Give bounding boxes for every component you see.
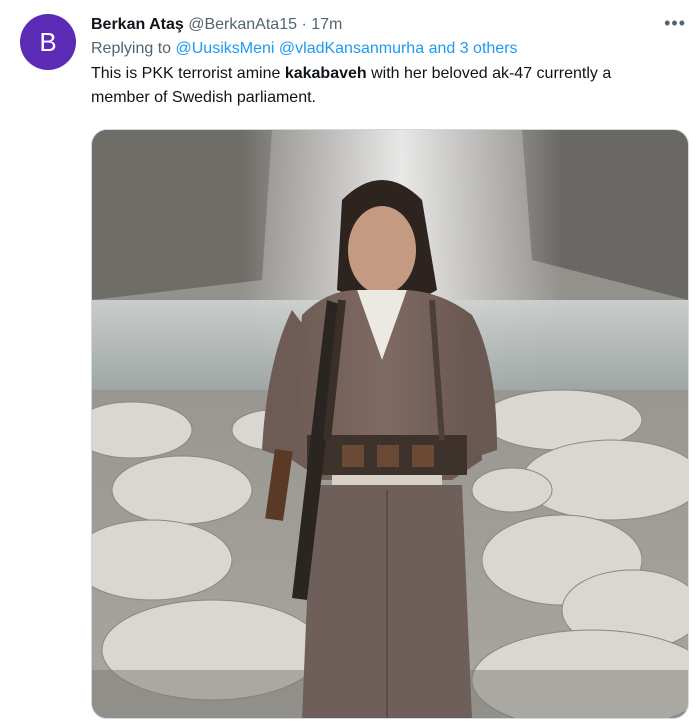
display-name[interactable]: Berkan Ataş — [91, 16, 184, 33]
timestamp[interactable]: 17m — [311, 16, 342, 33]
mention-link[interactable]: @vladKansanmurha — [279, 40, 424, 57]
replying-to: Replying to @UusiksMeni @vladKansanmurha… — [91, 38, 680, 60]
tweet-text: This is PKK terrorist amine kakabaveh wi… — [91, 62, 671, 110]
avatar[interactable]: B — [20, 14, 76, 70]
tweet-header: Berkan Ataş @BerkanAta15 · 17m — [91, 14, 680, 36]
replying-to-label: Replying to — [91, 40, 172, 57]
tweet[interactable]: B ••• Berkan Ataş @BerkanAta15 · 17m Rep… — [0, 0, 696, 721]
others-link[interactable]: and 3 others — [429, 40, 518, 57]
tweet-text-part: This is PKK terrorist amine — [91, 65, 285, 82]
separator-dot: · — [301, 16, 307, 33]
tweet-text-bold: kakabaveh — [284, 65, 367, 82]
avatar-letter: B — [39, 26, 57, 57]
photo-illustration — [92, 130, 688, 718]
user-handle[interactable]: @BerkanAta15 — [188, 16, 297, 33]
mention-link[interactable]: @UusiksMeni — [176, 40, 275, 57]
tweet-photo[interactable] — [91, 129, 689, 719]
tweet-content: Berkan Ataş @BerkanAta15 · 17m Replying … — [91, 14, 680, 110]
